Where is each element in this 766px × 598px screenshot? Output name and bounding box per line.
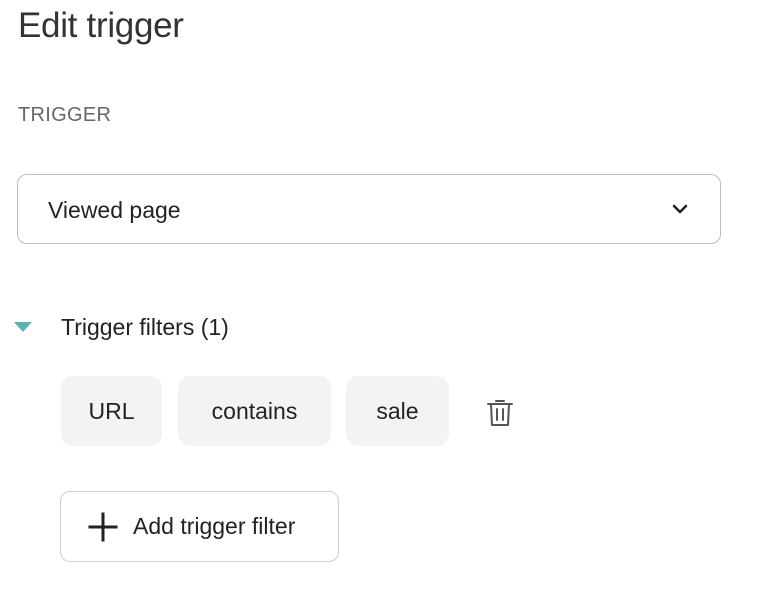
- trash-icon[interactable]: [486, 398, 514, 428]
- trigger-section-label: TRIGGER: [18, 104, 112, 126]
- trigger-filters-toggle[interactable]: Trigger filters (1): [12, 310, 229, 344]
- trigger-filters-label: Trigger filters (1): [61, 313, 229, 340]
- trigger-select[interactable]: Viewed page: [17, 174, 721, 244]
- add-trigger-filter-button[interactable]: Add trigger filter: [60, 491, 339, 562]
- filter-field-chip[interactable]: URL: [61, 376, 162, 446]
- filter-operator-chip[interactable]: contains: [178, 376, 331, 446]
- trigger-select-value: Viewed page: [48, 197, 181, 223]
- caret-down-icon: [14, 322, 32, 332]
- page-title: Edit trigger: [18, 6, 184, 45]
- chevron-down-icon: [672, 204, 688, 214]
- filter-value-chip[interactable]: sale: [346, 376, 449, 446]
- plus-icon: [88, 512, 118, 541]
- add-trigger-filter-label: Add trigger filter: [133, 513, 296, 539]
